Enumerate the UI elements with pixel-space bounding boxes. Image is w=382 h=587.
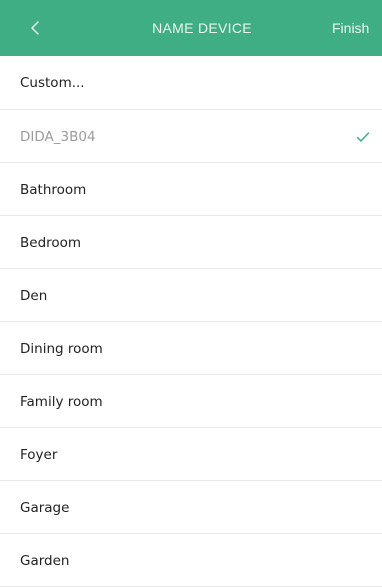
custom-name-option[interactable]: Custom... [0, 56, 382, 110]
room-option-garage[interactable]: Garage [0, 481, 382, 534]
room-option-label: Garden [20, 552, 70, 569]
check-icon [356, 131, 370, 142]
room-option-foyer[interactable]: Foyer [0, 428, 382, 481]
room-option-label: Bedroom [20, 234, 82, 251]
room-option-family-room[interactable]: Family room [0, 375, 382, 428]
room-option-den[interactable]: Den [0, 269, 382, 322]
page-title: NAME DEVICE [152, 20, 252, 36]
room-option-label: Foyer [20, 446, 58, 463]
room-option-garden[interactable]: Garden [0, 534, 382, 587]
room-option-bathroom[interactable]: Bathroom [0, 163, 382, 216]
device-name-list: Custom... DIDA_3B04 Bathroom Bedroom Den… [0, 56, 382, 587]
top-bar: NAME DEVICE Finish [0, 0, 382, 56]
room-option-label: Bathroom [20, 181, 87, 198]
room-option-bedroom[interactable]: Bedroom [0, 216, 382, 269]
room-option-label: Family room [20, 393, 103, 410]
current-name-label: DIDA_3B04 [20, 128, 96, 145]
custom-name-label: Custom... [20, 75, 85, 91]
room-option-label: Garage [20, 499, 70, 516]
current-name-option[interactable]: DIDA_3B04 [0, 110, 382, 163]
room-option-dining-room[interactable]: Dining room [0, 322, 382, 375]
finish-button[interactable]: Finish [332, 0, 369, 56]
room-option-label: Den [20, 287, 48, 304]
room-option-label: Dining room [20, 340, 103, 357]
